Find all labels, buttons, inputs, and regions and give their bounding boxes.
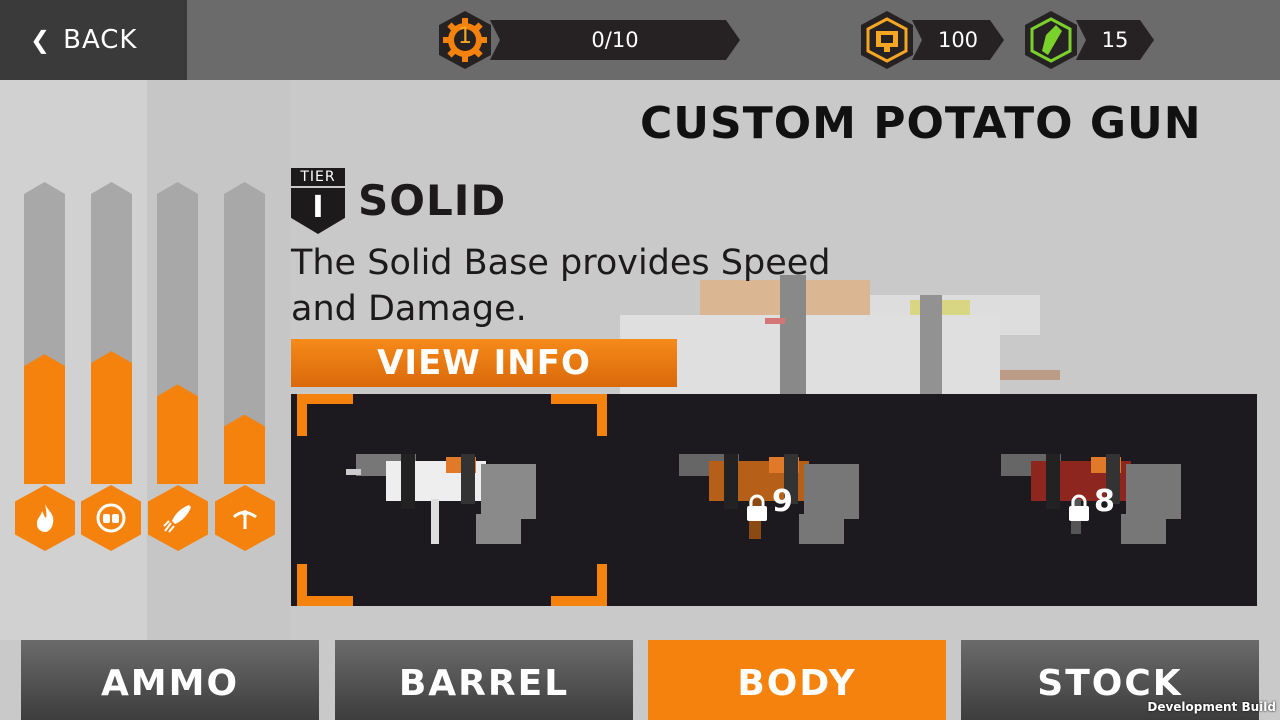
dev-build-label: Development Build [1147, 700, 1276, 714]
gem-icon [1025, 11, 1077, 69]
unlock-level: 9 [772, 484, 793, 519]
coin-count: 100 [912, 20, 1004, 60]
tier-badge: TIER I [291, 168, 345, 234]
gun-red-icon [1001, 454, 1181, 544]
tier-label: TIER [291, 168, 345, 186]
part-item-red[interactable]: 8 [936, 394, 1252, 606]
stat-bar-fire [24, 182, 65, 484]
stat-bar-damage [91, 182, 132, 484]
chevron-left-icon: ❮ [30, 26, 52, 54]
tab-ammo[interactable]: AMMO [21, 640, 319, 720]
tab-body[interactable]: BODY [648, 640, 946, 720]
tab-barrel[interactable]: BARREL [335, 640, 633, 720]
back-button[interactable]: ❮ BACK [0, 0, 187, 80]
part-item-white[interactable] [291, 394, 607, 606]
stat-bar-speed [157, 182, 198, 484]
tier-value: I [291, 188, 345, 234]
gun-orange-icon [679, 454, 859, 544]
level-progress: 0/10 [490, 20, 740, 60]
back-label: BACK [63, 25, 138, 55]
part-item-orange[interactable]: 9 [614, 394, 930, 606]
selection-corner-tr [551, 394, 607, 436]
gem-count: 15 [1076, 20, 1154, 60]
page-title: CUSTOM POTATO GUN [640, 98, 1202, 149]
lock-icon [747, 494, 767, 521]
selection-corner-bl [297, 564, 353, 606]
unlock-level: 8 [1094, 484, 1115, 519]
selection-corner-tl [297, 394, 353, 436]
stat-bar-spin [224, 182, 265, 484]
selection-corner-br [551, 564, 607, 606]
level-number: 1 [458, 24, 472, 49]
part-item-strip: 9 8 [291, 394, 1257, 606]
view-info-button[interactable]: VIEW INFO [291, 339, 677, 387]
lock-icon [1069, 494, 1089, 521]
part-name: SOLID [358, 176, 507, 225]
part-description: The Solid Base provides Speed and Damage… [291, 243, 831, 329]
gun-white-icon [346, 454, 536, 544]
coin-icon [861, 11, 913, 69]
